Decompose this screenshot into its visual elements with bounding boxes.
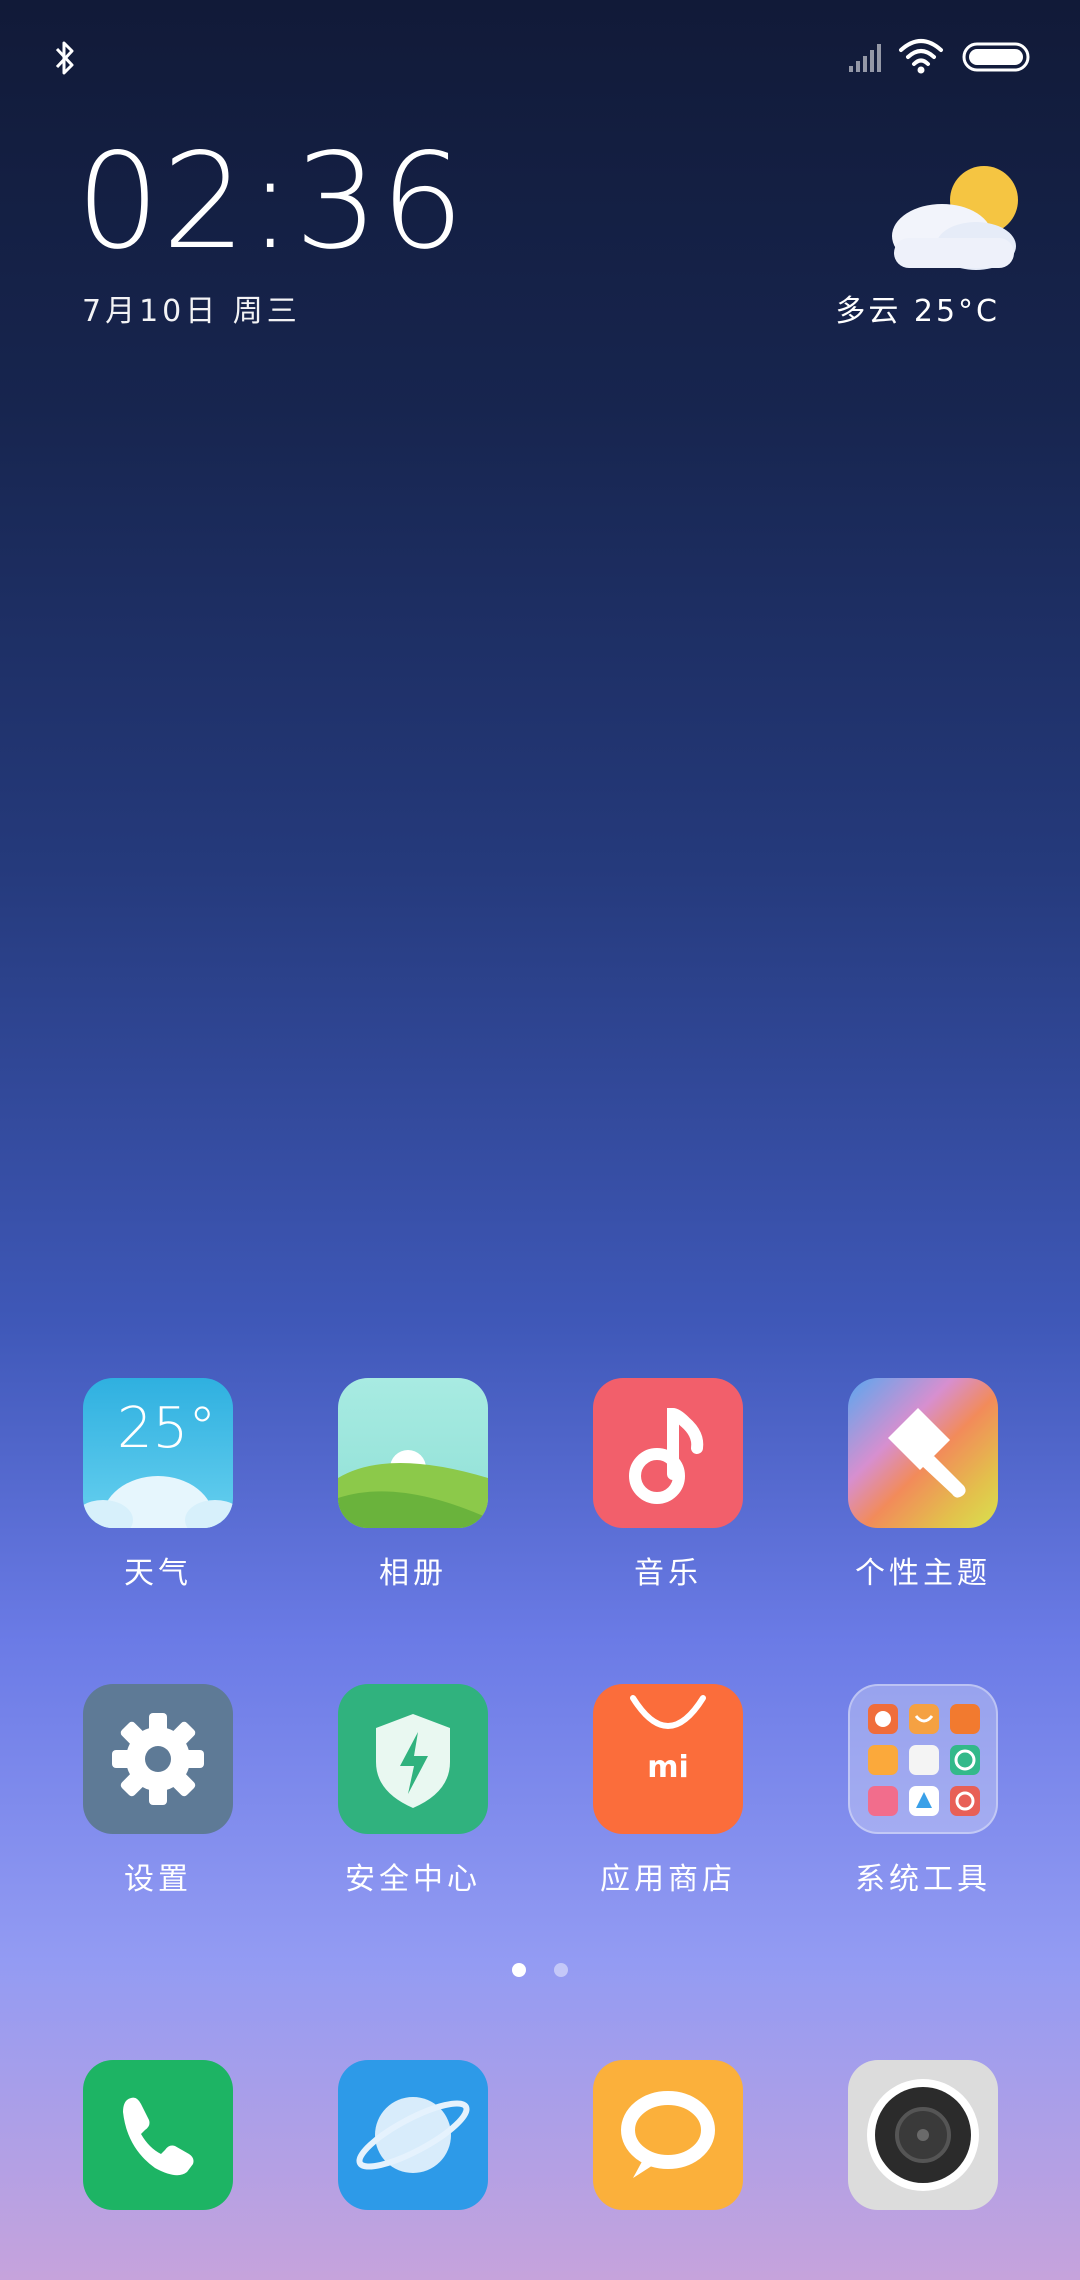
dock-phone[interactable] (58, 2060, 258, 2210)
app-label: 天气 (124, 1556, 192, 1591)
battery-icon (962, 42, 1030, 72)
app-label: 设置 (124, 1862, 192, 1897)
app-weather[interactable]: 25° 天气 (58, 1378, 258, 1592)
weather-widget[interactable]: 多云 25°C (835, 150, 1030, 330)
browser-icon (338, 2060, 488, 2210)
dock-browser[interactable] (313, 2060, 513, 2210)
phone-icon (83, 2060, 233, 2210)
app-label: 应用商店 (600, 1862, 736, 1897)
status-bar (0, 0, 1080, 112)
app-gallery[interactable]: 相册 (313, 1378, 513, 1592)
app-themes[interactable]: 个性主题 (823, 1378, 1023, 1592)
clock-date: 7月10日 周三 (82, 294, 301, 329)
page-indicator[interactable] (0, 1962, 1080, 1980)
app-label: 系统工具 (855, 1862, 991, 1897)
app-security[interactable]: 安全中心 (313, 1684, 513, 1898)
messages-icon (593, 2060, 743, 2210)
weather-tile-temp: 25° (117, 1396, 217, 1461)
clock-time[interactable]: 02:36 (76, 136, 466, 268)
music-icon (593, 1378, 743, 1528)
page-dot[interactable] (553, 1963, 568, 1977)
app-settings[interactable]: 设置 (58, 1684, 258, 1898)
dock-camera[interactable] (823, 2060, 1023, 2210)
app-store-icon: mi (593, 1684, 743, 1834)
page-dot-active[interactable] (512, 1963, 527, 1977)
app-label: 音乐 (634, 1556, 702, 1591)
partly-cloudy-icon (892, 166, 1018, 270)
app-music[interactable]: 音乐 (568, 1378, 768, 1592)
security-shield-icon (338, 1684, 488, 1834)
dock-messages[interactable] (568, 2060, 768, 2210)
camera-icon (848, 2060, 998, 2210)
app-store-logo-text: mi (647, 1750, 689, 1785)
app-store[interactable]: mi 应用商店 (568, 1684, 768, 1898)
weather-icon: 25° (83, 1378, 233, 1528)
folder-system-tools[interactable]: 系统工具 (823, 1684, 1023, 1898)
dock (0, 2060, 1080, 2220)
weather-text: 多云 25°C (835, 294, 1000, 329)
themes-icon (848, 1378, 998, 1528)
gallery-icon (338, 1378, 488, 1528)
app-label: 个性主题 (855, 1556, 991, 1591)
wifi-icon (899, 39, 943, 74)
app-label: 安全中心 (345, 1862, 481, 1897)
app-label: 相册 (379, 1556, 447, 1591)
settings-gear-icon (83, 1684, 233, 1834)
signal-icon (849, 44, 881, 72)
bluetooth-icon (55, 41, 74, 75)
folder-icon (848, 1684, 998, 1834)
